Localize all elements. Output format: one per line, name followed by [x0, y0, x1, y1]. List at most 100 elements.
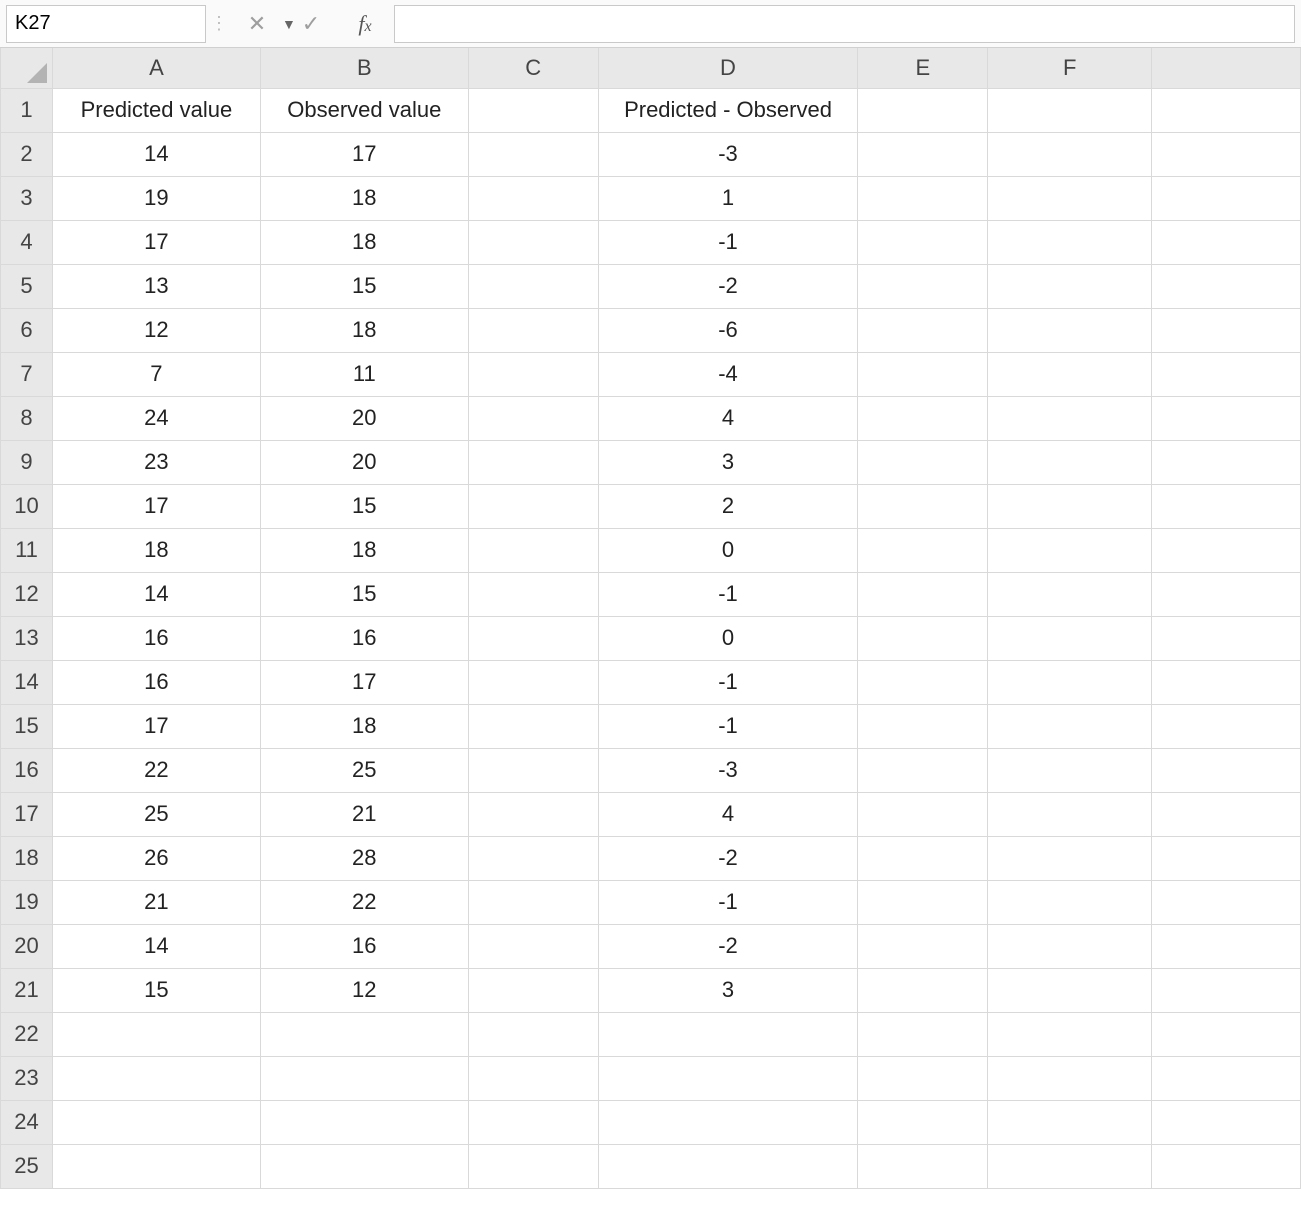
- cell-extra-9[interactable]: [1152, 440, 1301, 484]
- row-header[interactable]: 10: [1, 484, 53, 528]
- cell-C24[interactable]: [468, 1100, 598, 1144]
- cell-E13[interactable]: [858, 616, 988, 660]
- cell-C11[interactable]: [468, 528, 598, 572]
- cell-C20[interactable]: [468, 924, 598, 968]
- cell-A24[interactable]: [52, 1100, 260, 1144]
- row-header[interactable]: 19: [1, 880, 53, 924]
- cell-A14[interactable]: 16: [52, 660, 260, 704]
- cell-A8[interactable]: 24: [52, 396, 260, 440]
- row-header[interactable]: 22: [1, 1012, 53, 1056]
- cell-B15[interactable]: 18: [260, 704, 468, 748]
- formula-bar-options-icon[interactable]: ⋮: [208, 13, 230, 34]
- cell-D14[interactable]: -1: [598, 660, 858, 704]
- cell-E12[interactable]: [858, 572, 988, 616]
- cell-A11[interactable]: 18: [52, 528, 260, 572]
- cell-E14[interactable]: [858, 660, 988, 704]
- cell-C4[interactable]: [468, 220, 598, 264]
- cell-D23[interactable]: [598, 1056, 858, 1100]
- cell-D2[interactable]: -3: [598, 132, 858, 176]
- cell-F13[interactable]: [988, 616, 1152, 660]
- cell-E9[interactable]: [858, 440, 988, 484]
- cell-E15[interactable]: [858, 704, 988, 748]
- cell-extra-5[interactable]: [1152, 264, 1301, 308]
- cell-E21[interactable]: [858, 968, 988, 1012]
- cell-B21[interactable]: 12: [260, 968, 468, 1012]
- cell-E5[interactable]: [858, 264, 988, 308]
- row-header[interactable]: 18: [1, 836, 53, 880]
- cell-E8[interactable]: [858, 396, 988, 440]
- cell-C18[interactable]: [468, 836, 598, 880]
- enter-button[interactable]: ✓: [284, 11, 338, 37]
- row-header[interactable]: 3: [1, 176, 53, 220]
- cell-extra-15[interactable]: [1152, 704, 1301, 748]
- formula-input-wrap[interactable]: [394, 5, 1295, 43]
- row-header[interactable]: 2: [1, 132, 53, 176]
- cell-F10[interactable]: [988, 484, 1152, 528]
- cell-D1[interactable]: Predicted - Observed: [598, 88, 858, 132]
- cell-C15[interactable]: [468, 704, 598, 748]
- row-header[interactable]: 11: [1, 528, 53, 572]
- cell-D9[interactable]: 3: [598, 440, 858, 484]
- cell-F6[interactable]: [988, 308, 1152, 352]
- cell-D3[interactable]: 1: [598, 176, 858, 220]
- cell-C2[interactable]: [468, 132, 598, 176]
- cell-extra-3[interactable]: [1152, 176, 1301, 220]
- cell-A21[interactable]: 15: [52, 968, 260, 1012]
- cell-D4[interactable]: -1: [598, 220, 858, 264]
- cell-D5[interactable]: -2: [598, 264, 858, 308]
- cell-extra-13[interactable]: [1152, 616, 1301, 660]
- cell-A22[interactable]: [52, 1012, 260, 1056]
- cell-F14[interactable]: [988, 660, 1152, 704]
- cell-A18[interactable]: 26: [52, 836, 260, 880]
- cell-extra-17[interactable]: [1152, 792, 1301, 836]
- cell-D25[interactable]: [598, 1144, 858, 1188]
- cell-D20[interactable]: -2: [598, 924, 858, 968]
- cell-F9[interactable]: [988, 440, 1152, 484]
- cell-B4[interactable]: 18: [260, 220, 468, 264]
- cell-D6[interactable]: -6: [598, 308, 858, 352]
- cell-A17[interactable]: 25: [52, 792, 260, 836]
- cell-F5[interactable]: [988, 264, 1152, 308]
- column-header-extra[interactable]: [1152, 48, 1301, 88]
- row-header[interactable]: 13: [1, 616, 53, 660]
- cell-A5[interactable]: 13: [52, 264, 260, 308]
- row-header[interactable]: 9: [1, 440, 53, 484]
- row-header[interactable]: 7: [1, 352, 53, 396]
- cell-B8[interactable]: 20: [260, 396, 468, 440]
- cell-F15[interactable]: [988, 704, 1152, 748]
- cell-C25[interactable]: [468, 1144, 598, 1188]
- cell-extra-8[interactable]: [1152, 396, 1301, 440]
- cell-A10[interactable]: 17: [52, 484, 260, 528]
- cell-B1[interactable]: Observed value: [260, 88, 468, 132]
- cell-A9[interactable]: 23: [52, 440, 260, 484]
- cell-A4[interactable]: 17: [52, 220, 260, 264]
- cell-C9[interactable]: [468, 440, 598, 484]
- row-header[interactable]: 17: [1, 792, 53, 836]
- cell-C17[interactable]: [468, 792, 598, 836]
- cell-D21[interactable]: 3: [598, 968, 858, 1012]
- cell-F2[interactable]: [988, 132, 1152, 176]
- cell-B22[interactable]: [260, 1012, 468, 1056]
- cell-F25[interactable]: [988, 1144, 1152, 1188]
- cell-D17[interactable]: 4: [598, 792, 858, 836]
- row-header[interactable]: 14: [1, 660, 53, 704]
- cell-extra-25[interactable]: [1152, 1144, 1301, 1188]
- column-header-B[interactable]: B: [260, 48, 468, 88]
- formula-input[interactable]: [395, 6, 1294, 42]
- cell-C22[interactable]: [468, 1012, 598, 1056]
- cell-E10[interactable]: [858, 484, 988, 528]
- cell-extra-4[interactable]: [1152, 220, 1301, 264]
- cell-B3[interactable]: 18: [260, 176, 468, 220]
- cell-extra-18[interactable]: [1152, 836, 1301, 880]
- cell-extra-22[interactable]: [1152, 1012, 1301, 1056]
- cell-extra-7[interactable]: [1152, 352, 1301, 396]
- insert-function-button[interactable]: fx: [338, 11, 392, 37]
- cell-D18[interactable]: -2: [598, 836, 858, 880]
- row-header[interactable]: 1: [1, 88, 53, 132]
- cell-extra-2[interactable]: [1152, 132, 1301, 176]
- row-header[interactable]: 16: [1, 748, 53, 792]
- cell-B13[interactable]: 16: [260, 616, 468, 660]
- cell-B7[interactable]: 11: [260, 352, 468, 396]
- cell-A25[interactable]: [52, 1144, 260, 1188]
- cell-E20[interactable]: [858, 924, 988, 968]
